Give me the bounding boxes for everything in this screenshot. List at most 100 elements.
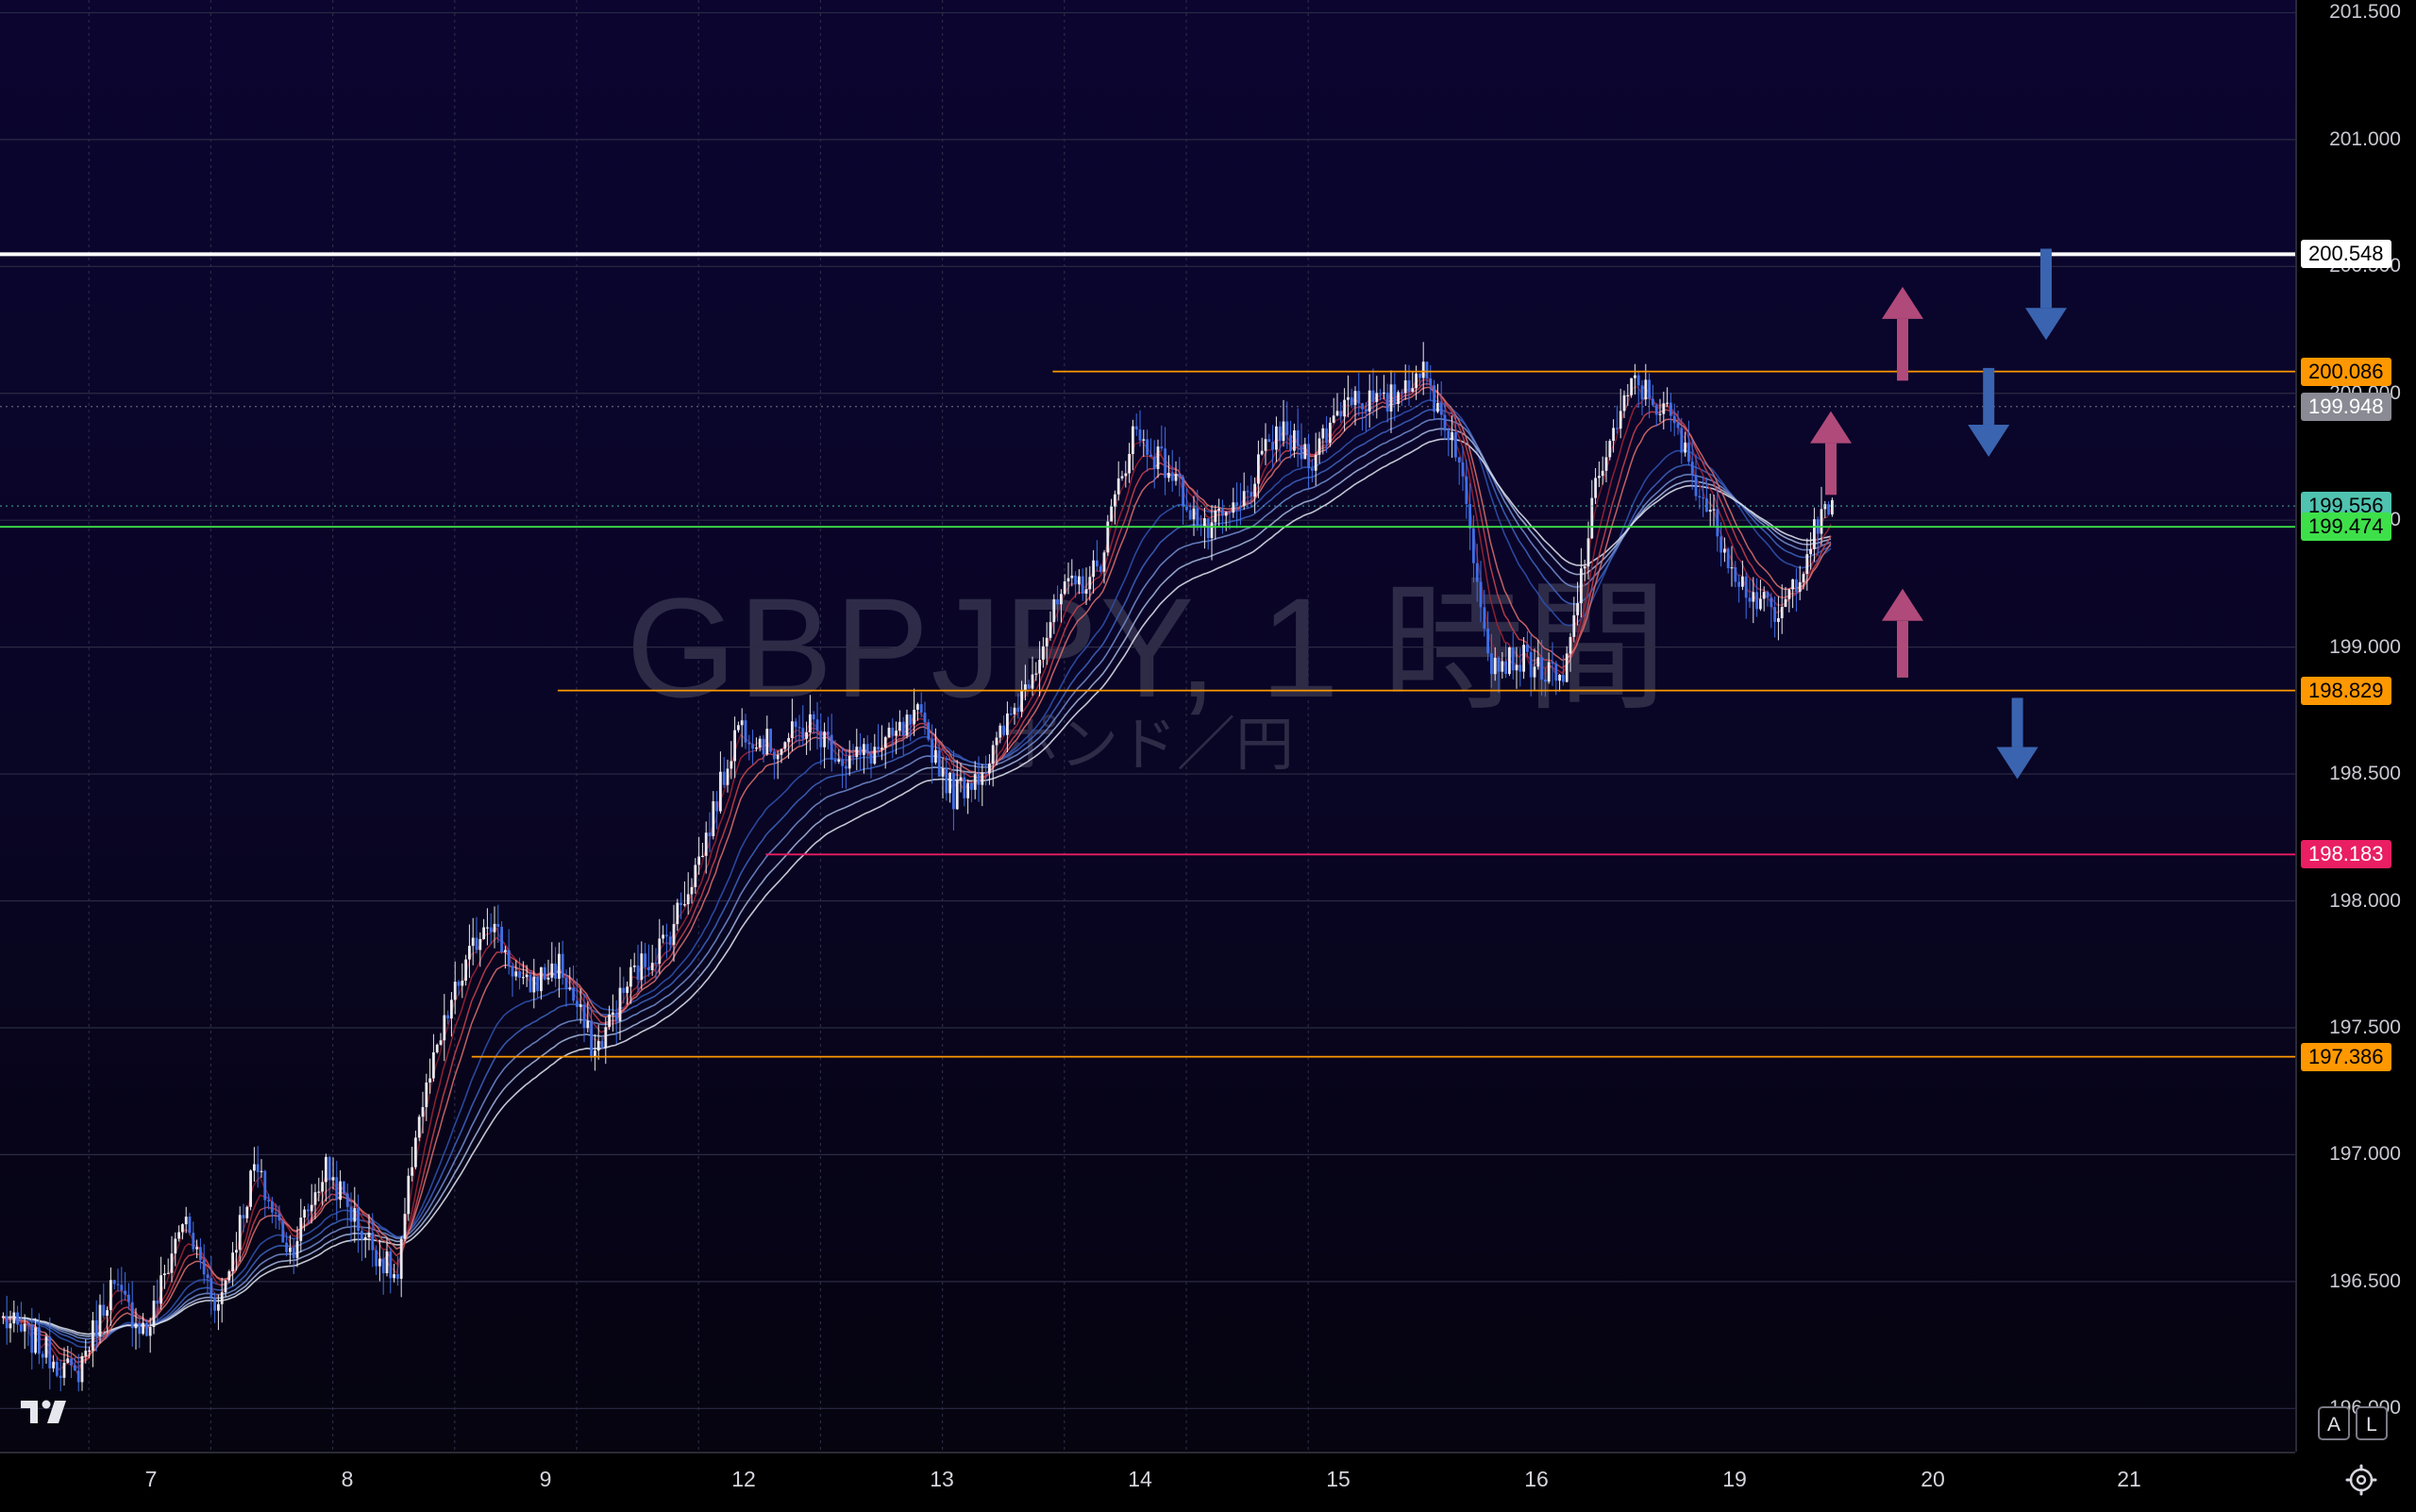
log-scale-button[interactable]: L — [2356, 1406, 2388, 1440]
candle-down — [1056, 599, 1059, 605]
candle-down — [210, 1278, 213, 1298]
candle-up — [905, 714, 909, 736]
tradingview-logo-icon[interactable] — [19, 1395, 72, 1427]
arrow-down-icon[interactable] — [2025, 248, 2067, 341]
candle-up — [1547, 662, 1551, 682]
candle-up — [873, 747, 877, 764]
candle-up — [1752, 592, 1755, 602]
candle-down — [335, 1177, 339, 1201]
candle-up — [1024, 684, 1027, 691]
price-tag[interactable]: 200.086 — [2301, 357, 2391, 386]
candle-up — [1329, 422, 1332, 444]
candle-down — [457, 982, 461, 986]
candle-up — [1332, 415, 1335, 423]
candle-down — [1081, 576, 1084, 595]
candle-up — [1124, 473, 1128, 477]
arrow-down-icon[interactable] — [1968, 367, 2010, 457]
candle-up — [1253, 483, 1256, 497]
arrow-up-icon[interactable] — [1810, 411, 1852, 496]
candle-down — [751, 744, 754, 749]
candle-up — [1666, 402, 1669, 404]
candle-down — [381, 1258, 385, 1273]
candle-down — [202, 1259, 206, 1275]
candle-down — [582, 1004, 586, 1029]
candle-down — [213, 1297, 216, 1311]
price-tick-label: 198.500 — [2329, 763, 2401, 785]
candle-up — [289, 1247, 292, 1252]
candle-down — [16, 1312, 19, 1325]
horizontal-levels — [0, 252, 2295, 1058]
arrow-down-icon[interactable] — [1996, 697, 2038, 780]
candle-up — [249, 1170, 252, 1207]
candle-up — [1598, 476, 1601, 479]
candle-up — [1110, 506, 1113, 522]
candle-up — [1608, 441, 1612, 458]
candle-down — [833, 759, 837, 763]
candle-up — [1634, 375, 1636, 378]
candle-down — [281, 1220, 285, 1243]
candle-up — [1264, 439, 1267, 451]
candle-up — [683, 904, 686, 906]
candle-up — [612, 1012, 614, 1015]
candle-down — [271, 1201, 274, 1213]
candle-up — [1347, 396, 1350, 400]
price-tag[interactable]: 198.183 — [2301, 840, 2391, 869]
candle-down — [564, 977, 568, 989]
time-tick-label: 21 — [2117, 1467, 2141, 1491]
candle-up — [1066, 578, 1070, 582]
candle-down — [1325, 428, 1328, 444]
price-tag[interactable]: 199.474 — [2301, 512, 2391, 542]
candle-down — [891, 728, 895, 736]
price-tag[interactable]: 198.829 — [2301, 676, 2391, 705]
candle-down — [1164, 448, 1166, 479]
candle-down — [1680, 428, 1684, 453]
candle-down — [1138, 429, 1142, 441]
price-tag[interactable]: 200.548 — [2301, 240, 2391, 269]
price-axis[interactable]: 201.500201.000200.500200.000199.500199.0… — [2295, 0, 2416, 1452]
candle-up — [80, 1355, 84, 1383]
candle-down — [1483, 607, 1486, 630]
candle-up — [1128, 453, 1131, 474]
price-tag[interactable]: 199.948 — [2301, 392, 2391, 421]
candle-down — [277, 1213, 281, 1221]
candle-down — [1074, 575, 1077, 585]
candle-up — [1078, 576, 1081, 585]
auto-scale-button[interactable]: A — [2318, 1406, 2350, 1440]
candle-up — [1594, 478, 1597, 498]
candle-up — [758, 738, 762, 748]
candle-up — [1084, 589, 1088, 595]
candle-down — [1285, 421, 1289, 435]
candle-down — [1096, 560, 1099, 567]
candle-down — [1554, 663, 1558, 681]
candle-up — [881, 748, 883, 750]
candle-down — [744, 720, 747, 743]
candle-down — [116, 1284, 120, 1285]
candle-up — [1282, 421, 1285, 442]
settings-gear-icon[interactable] — [2342, 1461, 2380, 1499]
candle-up — [704, 832, 708, 856]
chart-area[interactable]: GBPJPY, 1 時間 ポンド／円 — [0, 0, 2295, 1452]
candle-up — [321, 1182, 324, 1192]
candle-down — [1504, 661, 1507, 675]
candle-down — [1433, 385, 1435, 412]
candle-down — [1339, 411, 1343, 417]
candle-down — [1296, 430, 1300, 446]
candle-up — [1604, 457, 1608, 471]
price-chart-canvas[interactable] — [0, 0, 2295, 1452]
candle-down — [554, 963, 557, 979]
candle-up — [1572, 614, 1576, 637]
candle-down — [952, 772, 955, 810]
candle-down — [371, 1232, 375, 1251]
arrow-up-icon[interactable] — [1882, 286, 1923, 381]
candle-down — [496, 923, 500, 927]
arrow-up-icon[interactable] — [1882, 588, 1923, 678]
candle-up — [694, 865, 697, 887]
candle-up — [719, 771, 722, 812]
time-axis[interactable]: 7 8 9 12 13 14 15 16 19 20 21 — [0, 1452, 2295, 1512]
candle-down — [38, 1327, 41, 1354]
candle-down — [1311, 468, 1314, 471]
price-tag[interactable]: 197.386 — [2301, 1042, 2391, 1071]
candle-up — [482, 927, 485, 939]
candle-up — [1586, 538, 1590, 567]
candle-down — [1676, 423, 1680, 428]
